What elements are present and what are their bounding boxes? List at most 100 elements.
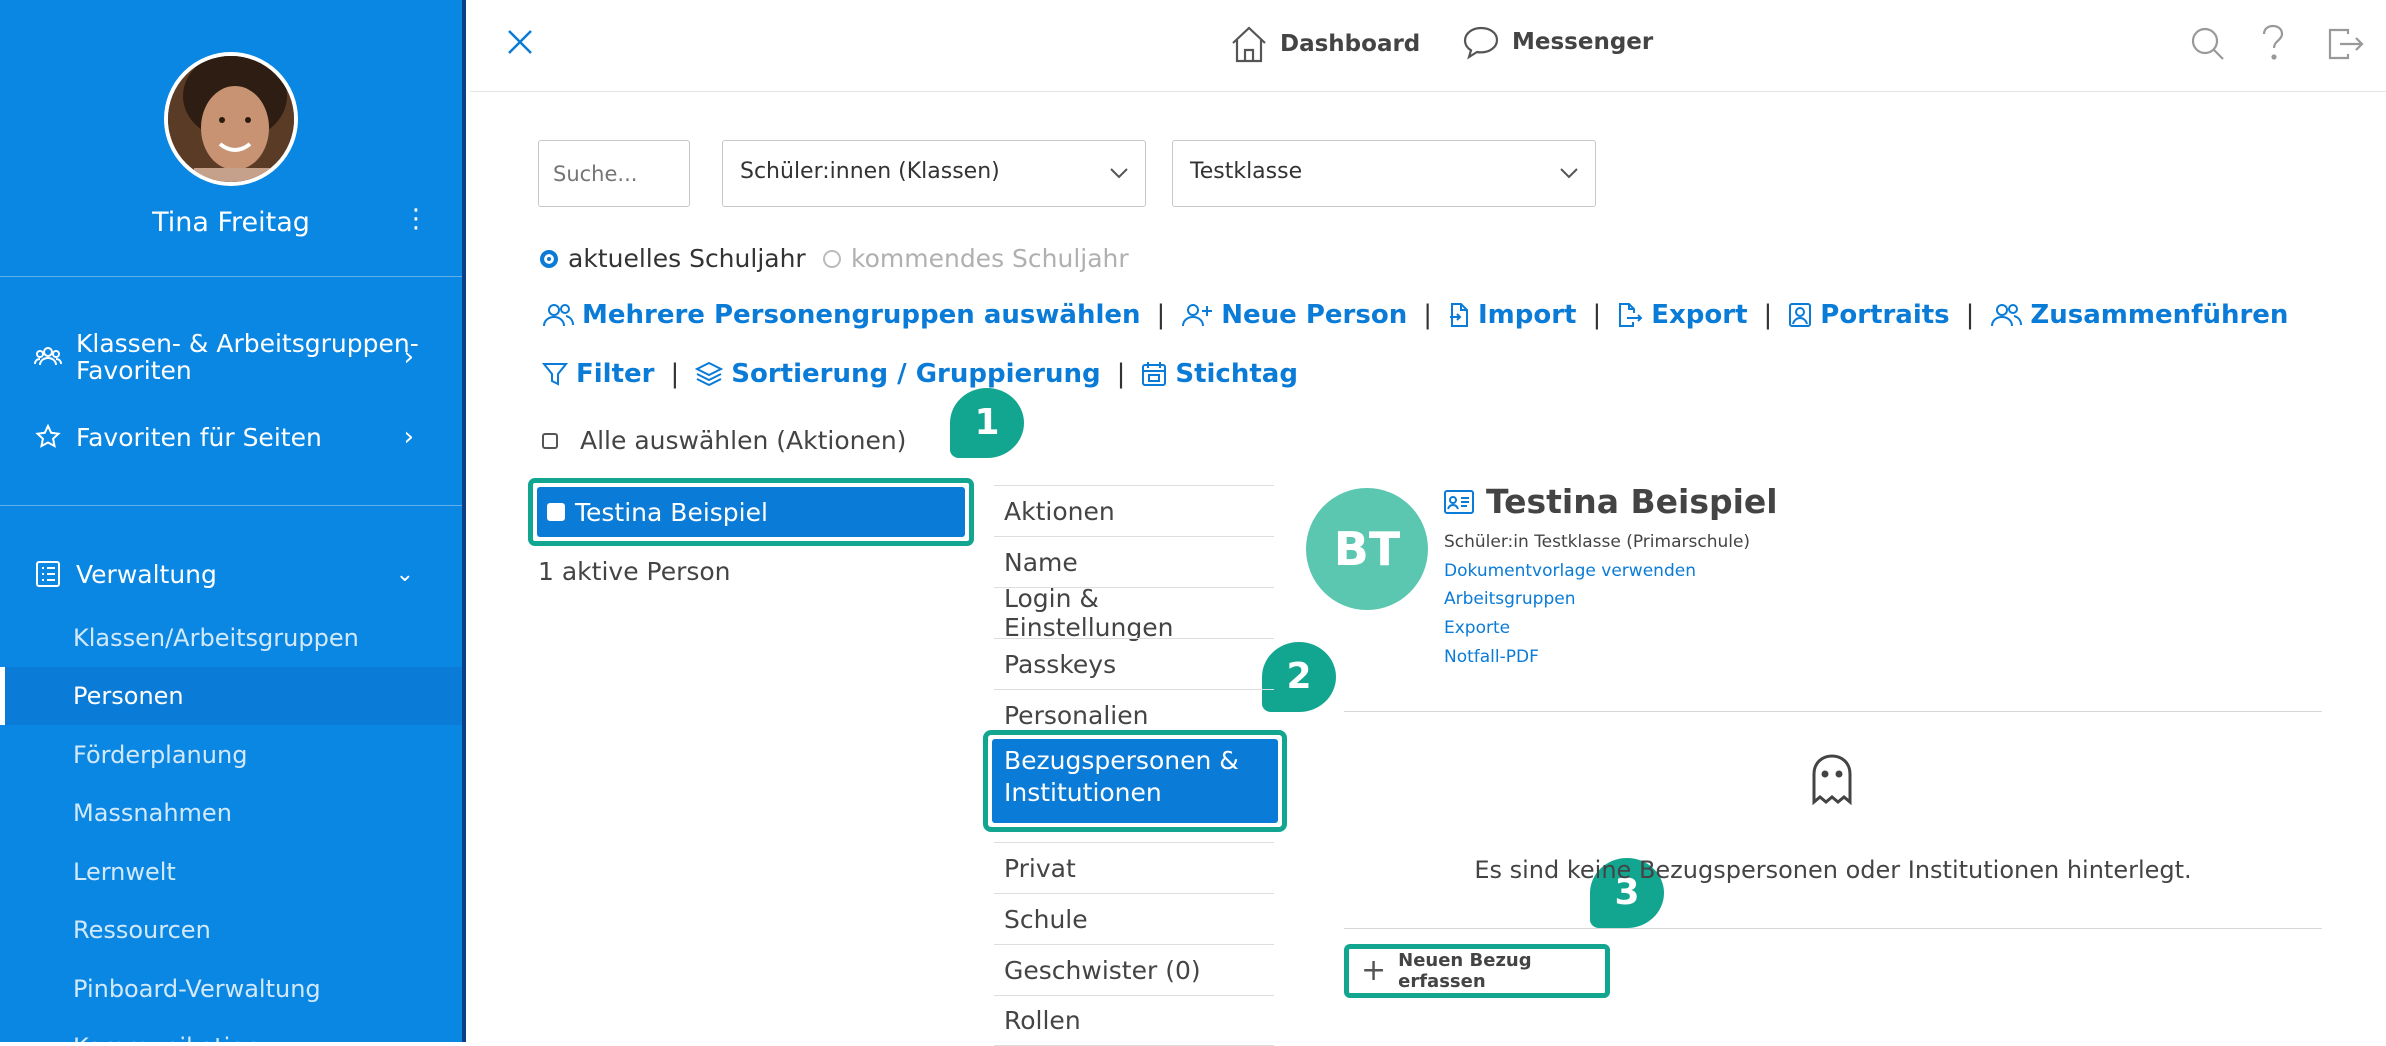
radio-next-year-label: kommendes Schuljahr (851, 244, 1129, 273)
portraits-label: Portraits (1820, 300, 1950, 330)
search-input[interactable] (538, 140, 690, 207)
tab-login[interactable]: Login & Einstellungen (994, 584, 1274, 642)
group-icon (1991, 304, 2023, 327)
empty-state-message: Es sind keine Bezugspersonen oder Instit… (1474, 856, 2192, 884)
chat-bubble-icon (1463, 26, 1499, 60)
sidebar-item-personen[interactable]: Personen (0, 667, 462, 725)
sidebar-item-ressourcen[interactable]: Ressourcen (0, 901, 462, 959)
tab-rollen[interactable]: Rollen (994, 995, 1274, 1046)
profile-name: Testina Beispiel (1486, 482, 1778, 521)
plus-icon: + (1361, 953, 1387, 988)
file-import-icon (1450, 303, 1468, 327)
select-all-label: Alle auswählen (Aktionen) (580, 426, 907, 455)
link-exporte[interactable]: Exporte (1444, 618, 1510, 638)
separator: | (1116, 359, 1126, 389)
sidebar-section-verwaltung[interactable]: Verwaltung ⌄ (34, 560, 444, 588)
radio-current-year[interactable]: aktuelles Schuljahr (540, 244, 806, 273)
layers-icon (695, 361, 724, 387)
add-relation-button[interactable]: + Neuen Bezug erfassen (1344, 944, 1610, 998)
chevron-right-icon: › (403, 342, 414, 372)
group-type-select[interactable]: Schüler:innen (Klassen) (722, 140, 1146, 207)
checkbox[interactable] (542, 432, 558, 449)
link-arbeitsgruppen[interactable]: Arbeitsgruppen (1444, 589, 1575, 609)
user-avatar[interactable] (164, 52, 298, 186)
profile-heading: Testina Beispiel (1444, 482, 1778, 521)
ghost-icon (1812, 754, 1852, 806)
sidebar-favorites-pages-label: Favoriten für Seiten (76, 422, 322, 452)
sort-label: Sortierung / Gruppierung (731, 359, 1101, 389)
list-icon (36, 561, 60, 587)
portrait-icon (1789, 303, 1812, 327)
sidebar-item-kommunikation[interactable]: Kommunikation (0, 1018, 462, 1042)
separator: | (1156, 300, 1166, 330)
select-all-checkbox[interactable]: Alle auswählen (Aktionen) (542, 426, 906, 455)
tab-aktionen[interactable]: Aktionen (994, 485, 1274, 536)
sidebar-item-klassen[interactable]: Klassen/Arbeitsgruppen (0, 609, 462, 667)
radio-current-year-label: aktuelles Schuljahr (568, 244, 806, 273)
view-options-row: Filter | Sortierung / Gruppierung | Stic… (542, 359, 1298, 389)
sidebar-favorites-groups[interactable]: Klassen- & Arbeitsgruppen-Favoriten › (34, 330, 444, 384)
sidebar-favorites-pages[interactable]: Favoriten für Seiten › (34, 422, 444, 452)
calendar-icon (1142, 362, 1167, 386)
portraits-link[interactable]: Portraits (1788, 300, 1950, 330)
key-date-label: Stichtag (1175, 359, 1298, 389)
tab-privat[interactable]: Privat (994, 842, 1274, 893)
sidebar-favorites-groups-label: Klassen- & Arbeitsgruppen-Favoriten (76, 329, 419, 385)
sidebar-item-massnahmen[interactable]: Massnahmen (0, 784, 462, 842)
link-notfall-pdf[interactable]: Notfall-PDF (1444, 647, 1539, 667)
callout-1: 1 (950, 388, 1024, 458)
logout-icon[interactable] (2326, 26, 2364, 62)
search-icon[interactable] (2190, 26, 2226, 62)
close-icon[interactable] (506, 28, 534, 56)
profile-avatar: BT (1306, 488, 1428, 610)
new-person-link[interactable]: Neue Person (1181, 300, 1407, 330)
merge-label: Zusammenführen (2030, 300, 2289, 330)
tab-passkeys[interactable]: Passkeys (994, 638, 1274, 689)
sort-link[interactable]: Sortierung / Gruppierung (695, 359, 1101, 389)
radio-next-year[interactable]: kommendes Schuljahr (823, 244, 1129, 273)
sidebar-divider (0, 505, 462, 506)
export-label: Export (1651, 300, 1748, 330)
sidebar: Tina Freitag ⋮ Klassen- & Arbeitsgruppen… (0, 0, 466, 1042)
key-date-link[interactable]: Stichtag (1141, 359, 1298, 389)
separator: | (1763, 300, 1773, 330)
sidebar-divider (0, 276, 462, 277)
filter-link[interactable]: Filter (542, 359, 654, 389)
class-select[interactable]: Testklasse (1172, 140, 1596, 207)
actions-row: Mehrere Personengruppen auswählen | Neue… (542, 300, 2288, 330)
dashboard-label: Dashboard (1280, 31, 1421, 57)
chevron-right-icon: › (403, 422, 414, 452)
class-value: Testklasse (1190, 159, 1303, 184)
multi-groups-label: Mehrere Personengruppen auswählen (582, 300, 1141, 330)
new-person-label: Neue Person (1221, 300, 1408, 330)
tab-bezugspersonen-label: Bezugspersonen & Institutionen (992, 739, 1278, 823)
link-dokumentvorlage[interactable]: Dokumentvorlage verwenden (1444, 561, 1696, 581)
merge-link[interactable]: Zusammenführen (1990, 300, 2288, 330)
import-link[interactable]: Import (1448, 300, 1577, 330)
group-type-value: Schüler:innen (Klassen) (740, 159, 1000, 184)
divider (1344, 711, 2322, 712)
tab-bezugspersonen[interactable]: Bezugspersonen & Institutionen (983, 730, 1287, 832)
sidebar-item-pinboard[interactable]: Pinboard-Verwaltung (0, 960, 462, 1018)
export-link[interactable]: Export (1617, 300, 1748, 330)
top-bar: Dashboard Messenger (470, 0, 2386, 92)
home-icon (1232, 26, 1266, 63)
tab-geschwister[interactable]: Geschwister (0) (994, 944, 1274, 995)
separator: | (670, 359, 680, 389)
sidebar-section-label: Verwaltung (76, 559, 217, 589)
person-list-item[interactable]: Testina Beispiel (528, 478, 974, 546)
profile-role: Schüler:in Testklasse (Primarschule) (1444, 532, 1751, 552)
add-user-icon (1182, 304, 1213, 327)
tab-name[interactable]: Name (994, 536, 1274, 587)
dashboard-link[interactable]: Dashboard (1230, 24, 1420, 64)
group-icon (34, 347, 62, 366)
checkbox[interactable] (547, 503, 565, 521)
sidebar-item-foerderplanung[interactable]: Förderplanung (0, 726, 462, 784)
help-icon[interactable] (2260, 24, 2286, 62)
messenger-link[interactable]: Messenger (1462, 24, 1653, 60)
multi-groups-link[interactable]: Mehrere Personengruppen auswählen (542, 300, 1141, 330)
user-menu-icon[interactable]: ⋮ (403, 206, 429, 232)
tab-schule[interactable]: Schule (994, 893, 1274, 944)
chevron-down-icon (1110, 168, 1128, 179)
sidebar-item-lernwelt[interactable]: Lernwelt (0, 843, 462, 901)
